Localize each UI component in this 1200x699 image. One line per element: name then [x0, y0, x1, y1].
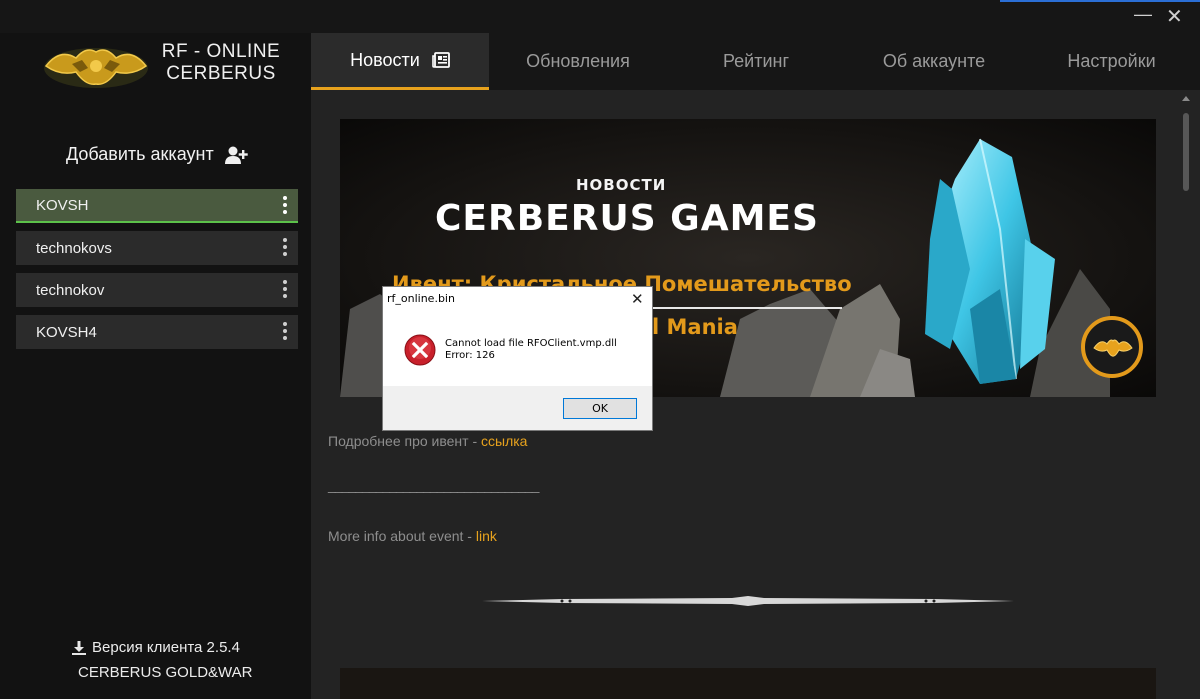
server-label: CERBERUS GOLD&WAR — [78, 664, 253, 681]
tab-label: Обновления — [526, 51, 630, 71]
account-item-kovsh[interactable]: KOVSH — [16, 189, 298, 223]
add-user-icon — [224, 146, 248, 164]
news-banner-2[interactable] — [340, 668, 1156, 699]
cerberus-badge — [1081, 316, 1143, 378]
tab-label: Об аккаунте — [882, 51, 986, 71]
download-icon — [72, 640, 86, 655]
sidebar — [0, 33, 311, 699]
account-item-kovsh4[interactable]: KOVSH4 — [16, 315, 298, 349]
dialog-footer: OK — [383, 386, 652, 430]
banner-title: CERBERUS GAMES — [435, 198, 819, 239]
account-item-technokov[interactable]: technokov — [16, 273, 298, 307]
tab-label: Новости — [350, 49, 420, 70]
separator-text: _______________________________ — [328, 477, 539, 493]
tab-rating[interactable]: Рейтинг — [667, 33, 845, 90]
logo-line-1: RF - ONLINE — [161, 41, 281, 62]
ok-button[interactable]: OK — [563, 398, 637, 419]
logo-line-2: CERBERUS — [166, 63, 276, 84]
ornament-divider — [482, 596, 1014, 606]
tab-news[interactable]: Новости — [311, 33, 489, 90]
close-icon[interactable]: ✕ — [1166, 7, 1183, 27]
account-item-technokovs[interactable]: technokovs — [16, 231, 298, 265]
version-label: Версия клиента 2.5.4 — [92, 639, 240, 656]
add-account-label: Добавить аккаунт — [66, 144, 214, 164]
dialog-message-line2: Error: 126 — [445, 350, 495, 361]
cerberus-logo-icon — [44, 48, 148, 88]
title-bar-accent — [1000, 0, 1200, 2]
account-list: KOVSH technokovs technokov KOVSH4 — [16, 189, 298, 357]
client-version: Версия клиента 2.5.4 — [72, 639, 240, 656]
tab-label: Настройки — [1067, 51, 1156, 71]
title-bar: — ✕ — [0, 0, 1200, 33]
account-name: KOVSH4 — [36, 323, 97, 341]
more-info-en: More info about event - link — [328, 528, 497, 544]
tab-account[interactable]: Об аккаунте — [845, 33, 1023, 90]
more-info-ru: Подробнее про ивент - ссылка — [328, 433, 527, 449]
scroll-up-icon[interactable] — [1182, 96, 1190, 101]
newspaper-icon — [432, 52, 450, 68]
dialog-title: rf_online.bin — [387, 292, 455, 305]
account-name: technokovs — [36, 239, 112, 257]
tab-updates[interactable]: Обновления — [489, 33, 667, 90]
logo-text: RF - ONLINE CERBERUS — [156, 41, 286, 85]
banner-event-title-en: l Mania — [652, 315, 738, 339]
error-dialog: rf_online.bin ✕ Cannot load file RFOClie… — [382, 286, 653, 431]
minimize-icon[interactable]: — — [1134, 5, 1152, 23]
more-info-en-text: More info about event - — [328, 528, 476, 544]
tab-settings[interactable]: Настройки — [1023, 33, 1200, 90]
dialog-message-line1: Cannot load file RFOClient.vmp.dll — [445, 338, 617, 349]
account-name: technokov — [36, 281, 105, 299]
main-tabs: Новости Обновления Рейтинг Об аккаунте Н… — [311, 33, 1200, 90]
more-info-ru-link[interactable]: ссылка — [481, 433, 527, 449]
error-icon — [404, 334, 436, 366]
dialog-close-icon[interactable]: ✕ — [631, 290, 644, 308]
more-options-icon[interactable] — [282, 280, 288, 300]
more-info-en-link[interactable]: link — [476, 528, 497, 544]
add-account-button[interactable]: Добавить аккаунт — [66, 144, 248, 165]
more-info-ru-text: Подробнее про ивент - — [328, 433, 482, 449]
more-options-icon[interactable] — [282, 196, 288, 216]
more-options-icon[interactable] — [282, 238, 288, 258]
tab-label: Рейтинг — [722, 51, 790, 71]
more-options-icon[interactable] — [282, 322, 288, 342]
dialog-message: Cannot load file RFOClient.vmp.dll Error… — [445, 338, 617, 362]
scrollbar-thumb[interactable] — [1183, 113, 1189, 191]
cerberus-emblem-icon — [1093, 339, 1133, 357]
account-name: KOVSH — [36, 196, 89, 214]
banner-heading: НОВОСТИ — [576, 176, 667, 194]
